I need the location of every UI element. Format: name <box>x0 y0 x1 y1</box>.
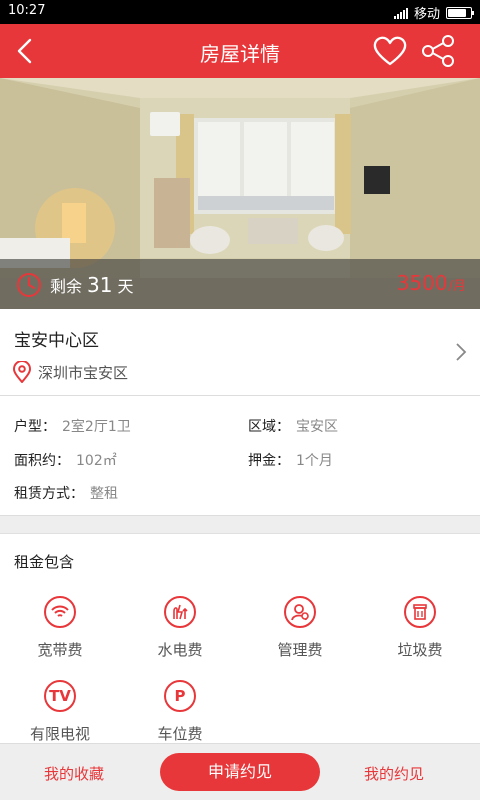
amenity-parking: P 车位费 <box>130 680 230 744</box>
price-value: 3500 <box>396 271 448 295</box>
house-details: 户型： 2室2厅1卫 区域： 宝安区 面积约： 102㎡ 押金： 1个月 租赁方… <box>0 396 480 516</box>
app-header: 房屋详情 <box>0 24 480 78</box>
chevron-right-icon <box>456 343 467 361</box>
location-pin-icon <box>12 361 32 383</box>
management-icon <box>284 596 316 628</box>
my-favorites-button[interactable]: 我的收藏 <box>44 763 104 784</box>
monthly-price: 3500 /月 <box>397 271 466 295</box>
signal-icon <box>393 7 408 19</box>
rent-includes-section: 租金包含 宽带费 水电费 管理费 垃圾费 TV 有限电视 P 车位费 <box>0 533 480 743</box>
room-photo[interactable]: 剩余 31 天 3500 /月 <box>0 78 480 309</box>
status-time: 10:27 <box>8 3 46 18</box>
amenity-broadband: 宽带费 <box>10 596 110 660</box>
apply-meeting-button[interactable]: 申请约见 <box>160 753 320 791</box>
share-icon[interactable] <box>420 34 456 68</box>
detail-deposit: 押金： 1个月 <box>248 453 333 469</box>
battery-icon <box>446 6 474 19</box>
page-title: 房屋详情 <box>200 42 280 66</box>
my-appointments-button[interactable]: 我的约见 <box>364 763 424 784</box>
address-text: 深圳市宝安区 <box>38 363 129 382</box>
amenity-utilities: 水电费 <box>130 596 230 660</box>
heart-icon[interactable] <box>372 34 408 68</box>
amenity-cable-tv: TV 有限电视 <box>10 680 110 744</box>
remaining-days-value: 31 <box>87 273 113 297</box>
bottom-action-bar: 我的收藏 申请约见 我的约见 <box>0 743 480 800</box>
wifi-icon <box>44 596 76 628</box>
utilities-icon <box>164 596 196 628</box>
price-unit: /月 <box>448 279 466 294</box>
community-name: 宝安中心区 <box>14 331 99 351</box>
section-title: 租金包含 <box>14 553 75 571</box>
status-bar: 10:27 移动 <box>0 0 480 24</box>
photo-info-bar: 剩余 31 天 3500 /月 <box>0 259 480 309</box>
carrier-label: 移动 <box>413 7 440 22</box>
detail-rent-type: 租赁方式： 整租 <box>14 486 118 502</box>
trash-icon <box>404 596 436 628</box>
detail-layout: 户型： 2室2厅1卫 <box>14 419 131 435</box>
remaining-days: 剩余 31 天 <box>50 273 134 297</box>
detail-area: 面积约： 102㎡ <box>14 453 117 469</box>
clock-icon <box>17 273 41 297</box>
amenity-trash: 垃圾费 <box>370 596 470 660</box>
parking-icon: P <box>164 680 196 712</box>
tv-icon: TV <box>44 680 76 712</box>
amenity-management: 管理费 <box>250 596 350 660</box>
location-row[interactable]: 宝安中心区 深圳市宝安区 <box>0 309 480 396</box>
detail-district: 区域： 宝安区 <box>248 419 338 435</box>
